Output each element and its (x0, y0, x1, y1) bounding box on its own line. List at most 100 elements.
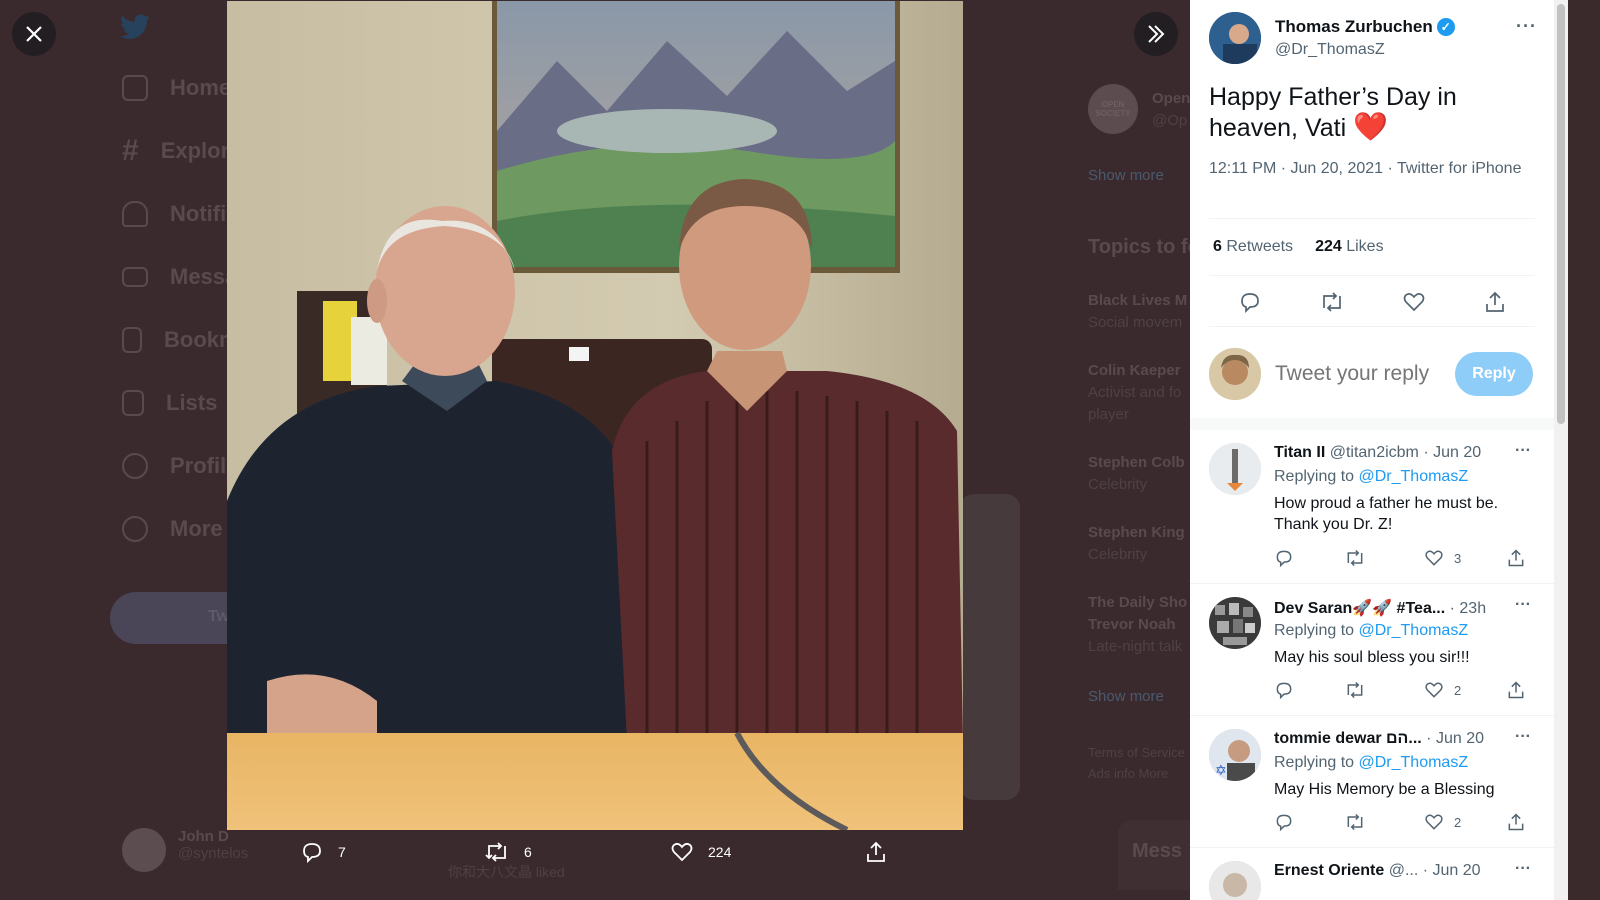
reply-action-bar: 3 (1274, 548, 1542, 572)
tweet-more-button[interactable]: ··· (1516, 16, 1537, 37)
reply-tweet[interactable]: Ernest Oriente @... · Jun 20 ··· (1190, 848, 1554, 900)
divider (1209, 275, 1535, 276)
nav-home: Home (122, 68, 231, 108)
reply-header: Ernest Oriente @... · Jun 20 (1274, 862, 1481, 879)
reply-button[interactable] (1238, 290, 1262, 314)
media-action-bar: 7 6 224 (300, 840, 900, 872)
retweet-button[interactable] (1319, 290, 1345, 314)
heart-icon (1403, 293, 1424, 312)
reply-share-button[interactable] (1506, 680, 1526, 700)
replying-to: Replying to @Dr_ThomasZ (1274, 622, 1469, 639)
nav-explore: # Explore (122, 134, 242, 167)
tweet-timestamp[interactable]: 12:11 PM · Jun 20, 2021 · Twitter for iP… (1209, 158, 1529, 180)
reply-more-button[interactable]: ··· (1515, 442, 1531, 460)
reply-more-button[interactable]: ··· (1515, 596, 1531, 614)
media-reply-button[interactable]: 7 (300, 840, 346, 864)
topic-item: The Daily Sho Trevor Noah Late-night talk (1088, 594, 1188, 655)
reply-share-button[interactable] (1506, 548, 1526, 568)
avatar[interactable] (1209, 597, 1261, 649)
heart-icon (1425, 682, 1443, 698)
reply-like-button[interactable]: 3 (1424, 548, 1461, 568)
topic-item: Black Lives M Social movem (1088, 292, 1188, 331)
reply-tweet[interactable]: Titan II @titan2icbm · Jun 20 ··· Replyi… (1190, 430, 1554, 584)
divider (1209, 326, 1535, 327)
replying-to: Replying to @Dr_ThomasZ (1274, 468, 1469, 485)
retweet-icon (1347, 681, 1363, 699)
heart-icon (1425, 550, 1443, 566)
share-icon (867, 841, 885, 862)
close-button[interactable] (12, 12, 56, 56)
footer-link: Terms of Service (1088, 745, 1185, 760)
share-icon (1508, 681, 1524, 699)
avatar (1209, 348, 1261, 400)
avatar (122, 828, 166, 872)
more-circle-icon (122, 516, 148, 542)
reply-retweet-button[interactable] (1344, 548, 1366, 568)
reply-reply-button[interactable] (1274, 812, 1294, 832)
tweet-author: Thomas Zurbuchen ✓ @Dr_ThomasZ (1209, 12, 1455, 64)
reply-header: tommie dewar הם... · Jun 20 (1274, 730, 1484, 747)
mention-link[interactable]: @Dr_ThomasZ (1359, 754, 1469, 771)
like-button[interactable] (1402, 290, 1426, 314)
reply-reply-button[interactable] (1274, 680, 1294, 700)
home-icon (122, 75, 148, 101)
retweet-icon (1347, 813, 1363, 831)
avatar[interactable] (1209, 12, 1261, 64)
reply-action-bar: 2 (1274, 812, 1542, 836)
nav-lists: Lists (122, 383, 217, 423)
reply-retweet-button[interactable] (1344, 680, 1366, 700)
divider (1209, 218, 1535, 219)
verified-badge-icon: ✓ (1436, 18, 1455, 36)
hashtag-icon: # (122, 134, 139, 167)
reply-more-button[interactable]: ··· (1515, 728, 1531, 746)
collapse-panel-button[interactable] (1134, 12, 1178, 56)
tweet-detail-panel: Thomas Zurbuchen ✓ @Dr_ThomasZ ··· Happy… (1190, 0, 1554, 900)
media-retweet-button[interactable]: 6 (484, 840, 532, 864)
reply-text: How proud a father he must be. Thank you… (1274, 495, 1499, 533)
reply-like-button[interactable]: 2 (1424, 680, 1461, 700)
retweet-icon (1322, 292, 1341, 312)
reply-input[interactable] (1275, 362, 1455, 386)
red-heart-emoji: ❤️ (1353, 111, 1388, 142)
reply-icon (1240, 293, 1259, 314)
reply-submit-button[interactable]: Reply (1455, 352, 1533, 396)
scrollbar-thumb[interactable] (1557, 4, 1565, 424)
open-society-avatar: OPEN SOCIETY (1088, 84, 1138, 134)
retweet-icon (1347, 549, 1363, 567)
section-divider (1190, 418, 1554, 430)
reply-share-button[interactable] (1506, 812, 1526, 832)
show-more-link: Show more (1088, 688, 1164, 705)
media-like-button[interactable]: 224 (670, 840, 731, 864)
bookmark-icon (122, 327, 142, 353)
media-share-button[interactable] (864, 840, 888, 864)
reply-reply-button[interactable] (1274, 548, 1294, 568)
author-name[interactable]: Thomas Zurbuchen (1275, 17, 1433, 37)
reply-header: Titan II @titan2icbm · Jun 20 (1274, 444, 1482, 461)
author-handle[interactable]: @Dr_ThomasZ (1275, 41, 1455, 59)
share-button[interactable] (1483, 290, 1507, 314)
share-icon (1508, 813, 1524, 831)
reply-icon (1276, 550, 1292, 568)
show-more-link: Show more (1088, 167, 1164, 184)
panel-scrollbar[interactable] (1554, 0, 1568, 900)
reply-retweet-button[interactable] (1344, 812, 1366, 832)
background-card (960, 494, 1020, 800)
mention-link[interactable]: @Dr_ThomasZ (1359, 622, 1469, 639)
avatar[interactable]: ✡ (1209, 729, 1261, 781)
mail-icon (122, 267, 148, 287)
reply-tweet[interactable]: ✡ tommie dewar הם... · Jun 20 ··· Replyi… (1190, 716, 1554, 848)
nav-profile: Profile (122, 446, 238, 486)
retweets-stat[interactable]: 6 Retweets (1213, 238, 1293, 256)
reply-text: May His Memory be a Blessing (1274, 781, 1495, 798)
reply-text: May his soul bless you sir!!! (1274, 649, 1470, 666)
avatar[interactable] (1209, 861, 1261, 900)
topic-item: Stephen Colb Celebrity (1088, 454, 1185, 493)
reply-tweet[interactable]: Dev Saran🚀🚀 #Tea... · 23h ··· Replying t… (1190, 584, 1554, 716)
lists-icon (122, 390, 144, 416)
likes-stat[interactable]: 224 Likes (1315, 238, 1384, 256)
mention-link[interactable]: @Dr_ThomasZ (1359, 468, 1469, 485)
avatar[interactable] (1209, 443, 1261, 495)
reply-more-button[interactable]: ··· (1515, 860, 1531, 878)
outer-backdrop (1568, 0, 1600, 900)
reply-like-button[interactable]: 2 (1424, 812, 1461, 832)
